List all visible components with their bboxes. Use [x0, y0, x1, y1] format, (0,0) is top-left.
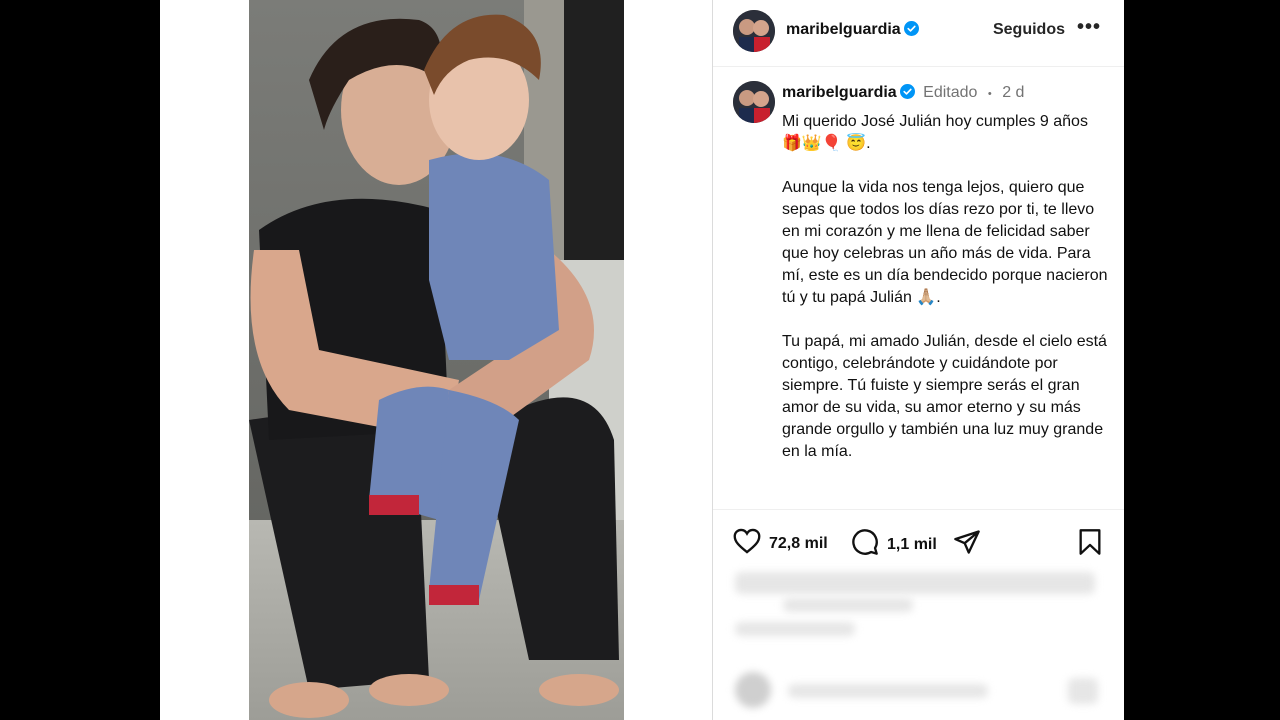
caption-avatar[interactable]	[733, 81, 775, 123]
caption-text: Mi querido José Julián hoy cumples 9 año…	[782, 111, 1112, 485]
avatar[interactable]	[733, 10, 775, 52]
comment-button[interactable]: 1,1 mil	[851, 528, 937, 561]
following-button[interactable]: Seguidos	[993, 21, 1065, 39]
share-icon[interactable]	[953, 528, 989, 561]
caption-author-line: maribelguardia Editado • 2 d	[782, 84, 1024, 102]
caption-area: maribelguardia Editado • 2 d Mi querido …	[713, 67, 1124, 509]
header-username-text[interactable]: maribelguardia	[786, 21, 901, 38]
edited-label: Editado	[923, 84, 978, 101]
action-bar: 72,8 mil 1,1 mil	[713, 509, 1124, 570]
more-options-icon[interactable]: •••	[1077, 16, 1101, 39]
bookmark-icon[interactable]	[1077, 528, 1111, 561]
caption-username[interactable]: maribelguardia	[782, 84, 897, 101]
post-photo[interactable]	[249, 0, 624, 720]
share-button[interactable]	[953, 528, 989, 561]
heart-icon[interactable]	[733, 528, 769, 559]
post-time[interactable]: 2 d	[1002, 84, 1024, 101]
blurred-avatar	[735, 672, 771, 708]
save-button[interactable]	[1077, 528, 1111, 561]
blurred-icon	[1068, 678, 1098, 704]
comment-icon[interactable]	[851, 528, 887, 561]
post-side-panel: maribelguardia Seguidos ••• maribelguard…	[712, 0, 1124, 720]
caption-paragraph: Mi querido José Julián hoy cumples 9 año…	[782, 113, 1088, 152]
header-username[interactable]: maribelguardia	[786, 21, 919, 39]
blurred-comment-row	[783, 598, 913, 612]
meta-separator: •	[987, 88, 992, 100]
blurred-comment-row	[735, 622, 855, 636]
avatar-image	[733, 81, 775, 123]
caption-paragraph: Aunque la vida nos tenga lejos, quiero q…	[782, 179, 1108, 306]
like-button[interactable]: 72,8 mil	[733, 528, 828, 559]
comment-count[interactable]: 1,1 mil	[887, 536, 937, 554]
verified-badge-icon	[903, 21, 919, 36]
post-window: maribelguardia Seguidos ••• maribelguard…	[160, 0, 1124, 720]
avatar-image	[733, 10, 775, 52]
blurred-comment-row	[788, 684, 988, 698]
post-header: maribelguardia Seguidos •••	[713, 0, 1124, 67]
photo-illustration	[249, 0, 624, 720]
verified-badge-icon	[899, 84, 915, 99]
like-count[interactable]: 72,8 mil	[769, 535, 828, 553]
caption-paragraph: Tu papá, mi amado Julián, desde el cielo…	[782, 333, 1107, 460]
blurred-comment-row	[735, 572, 1095, 594]
